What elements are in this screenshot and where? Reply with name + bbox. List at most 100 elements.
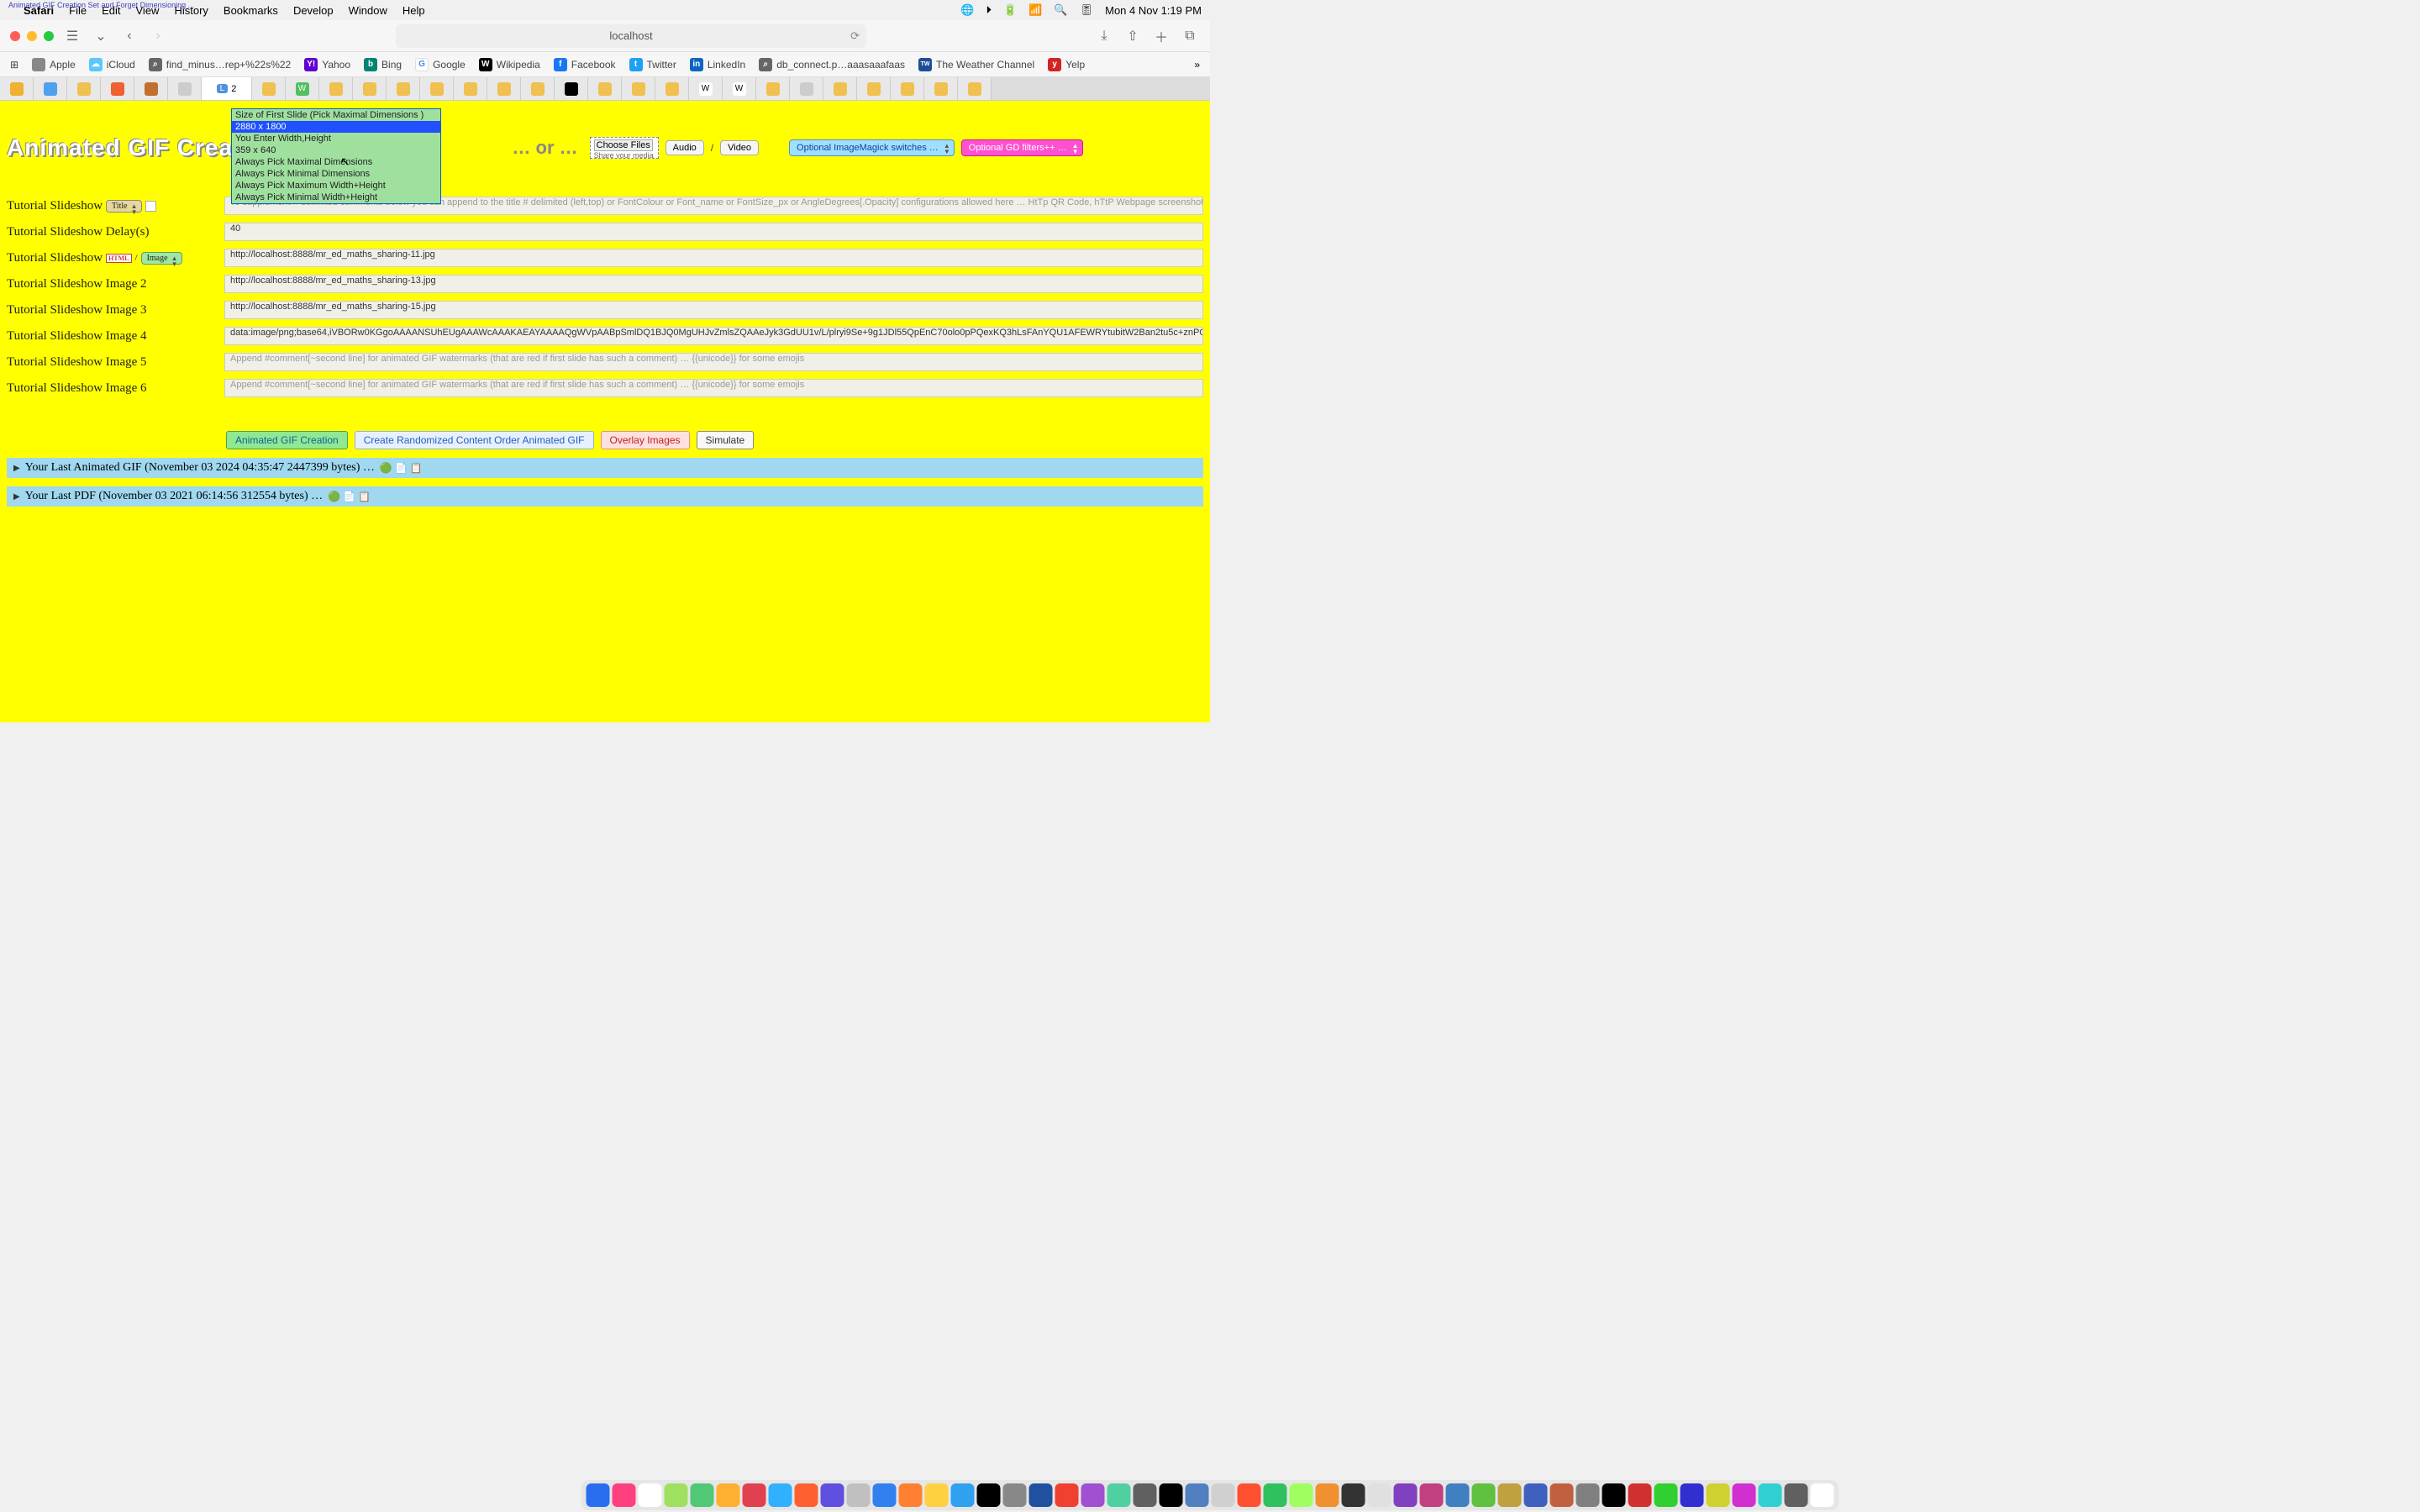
choose-files-button[interactable]: Choose Files	[594, 139, 653, 151]
minimize-window-button[interactable]	[27, 31, 37, 41]
dock-app-46[interactable]	[1785, 1483, 1808, 1507]
dock-app-30[interactable]	[1368, 1483, 1392, 1507]
fav-db-connect[interactable]: ⌕db_connect.p…aaasaaafaas	[759, 58, 905, 71]
dim-option-min[interactable]: Always Pick Minimal Dimensions	[232, 168, 440, 180]
title-select[interactable]: Title▲▼	[106, 200, 142, 213]
dock-app-12[interactable]	[899, 1483, 923, 1507]
tab-4[interactable]	[101, 77, 134, 100]
tab-group-chevron-icon[interactable]: ⌄	[91, 26, 111, 46]
screen-mirror-icon[interactable]: ⏵	[986, 3, 992, 17]
fav-bing[interactable]: bBing	[364, 58, 402, 71]
fav-yelp[interactable]: yYelp	[1048, 58, 1085, 71]
dock-app-7[interactable]	[769, 1483, 792, 1507]
image-3-input[interactable]: http://localhost:8888/mr_ed_maths_sharin…	[224, 301, 1203, 319]
simulate-button[interactable]: Simulate	[697, 431, 755, 449]
dock-app-45[interactable]	[1759, 1483, 1782, 1507]
image-2-input[interactable]: http://localhost:8888/mr_ed_maths_sharin…	[224, 275, 1203, 293]
fav-twitter[interactable]: tTwitter	[629, 58, 676, 71]
dock-app-23[interactable]	[1186, 1483, 1209, 1507]
html-badge[interactable]: HTML	[106, 254, 131, 263]
tab-21[interactable]: W	[689, 77, 723, 100]
dock-app-27[interactable]	[1290, 1483, 1313, 1507]
dock-app-18[interactable]	[1055, 1483, 1079, 1507]
dock-app-20[interactable]	[1107, 1483, 1131, 1507]
dim-option-enter[interactable]: You Enter Width,Height	[232, 133, 440, 144]
fav-weather[interactable]: TWThe Weather Channel	[918, 58, 1034, 71]
battery-icon[interactable]: 🔋	[1003, 3, 1017, 17]
disclosure-last-gif[interactable]: ▶ Your Last Animated GIF (November 03 20…	[7, 458, 1203, 478]
tab-22[interactable]: W	[723, 77, 756, 100]
menu-help[interactable]: Help	[402, 4, 425, 17]
file-chooser[interactable]: Choose Files Share your media documents …	[590, 137, 659, 159]
tab-3[interactable]	[67, 77, 101, 100]
spotlight-icon[interactable]: 🔍	[1054, 3, 1067, 17]
dock-app-47[interactable]	[1811, 1483, 1834, 1507]
dock-app-38[interactable]	[1576, 1483, 1600, 1507]
fav-linkedin[interactable]: inLinkedIn	[690, 58, 745, 71]
tab-19[interactable]	[622, 77, 655, 100]
dock-app-26[interactable]	[1264, 1483, 1287, 1507]
dock-app-41[interactable]	[1655, 1483, 1678, 1507]
tab-11[interactable]	[353, 77, 387, 100]
tab-18[interactable]	[588, 77, 622, 100]
favorites-overflow-icon[interactable]: »	[1194, 59, 1200, 71]
dock-app-17[interactable]	[1029, 1483, 1053, 1507]
dock-app-39[interactable]	[1602, 1483, 1626, 1507]
dock-app-40[interactable]	[1628, 1483, 1652, 1507]
dock-app-44[interactable]	[1733, 1483, 1756, 1507]
image-5-input[interactable]: Append #comment[~second line] for animat…	[224, 353, 1203, 371]
tab-23[interactable]	[756, 77, 790, 100]
dock-app-4[interactable]	[691, 1483, 714, 1507]
audio-button[interactable]: Audio	[666, 140, 704, 155]
dim-option-header[interactable]: Size of First Slide (Pick Maximal Dimens…	[232, 109, 440, 121]
image-4-input[interactable]: data:image/png;base64,iVBORw0KGgoAAAANSU…	[224, 327, 1203, 345]
dock-app-21[interactable]	[1134, 1483, 1157, 1507]
tab-2[interactable]	[34, 77, 67, 100]
menu-bookmarks[interactable]: Bookmarks	[224, 4, 278, 17]
tab-25[interactable]	[823, 77, 857, 100]
tab-26[interactable]	[857, 77, 891, 100]
tab-1[interactable]	[0, 77, 34, 100]
new-tab-icon[interactable]: ＋	[1151, 26, 1171, 46]
dock-app-29[interactable]	[1342, 1483, 1365, 1507]
dock-app-36[interactable]	[1524, 1483, 1548, 1507]
tab-28[interactable]	[924, 77, 958, 100]
tab-overview-icon[interactable]: ⧉	[1180, 26, 1200, 46]
dock-app-6[interactable]	[743, 1483, 766, 1507]
sidebar-toggle-icon[interactable]: ☰	[62, 26, 82, 46]
tab-8[interactable]	[252, 77, 286, 100]
tab-13[interactable]	[420, 77, 454, 100]
title-checkbox[interactable]	[145, 201, 156, 212]
gd-filters-select[interactable]: Optional GD filters++ …▲▼	[961, 139, 1083, 156]
dock-app-42[interactable]	[1681, 1483, 1704, 1507]
random-gif-button[interactable]: Create Randomized Content Order Animated…	[355, 431, 594, 449]
tab-16[interactable]	[521, 77, 555, 100]
fav-facebook[interactable]: fFacebook	[554, 58, 616, 71]
dock-app-24[interactable]	[1212, 1483, 1235, 1507]
tab-27[interactable]	[891, 77, 924, 100]
tab-14[interactable]	[454, 77, 487, 100]
dock-app-33[interactable]	[1446, 1483, 1470, 1507]
dock-app-25[interactable]	[1238, 1483, 1261, 1507]
dock-app-10[interactable]	[847, 1483, 871, 1507]
back-button[interactable]: ‹	[119, 26, 139, 46]
wifi-icon[interactable]: 📶	[1028, 3, 1042, 17]
create-gif-button[interactable]: Animated GIF Creation	[226, 431, 348, 449]
dock-app-9[interactable]	[821, 1483, 844, 1507]
share-icon[interactable]: ⇧	[1123, 26, 1143, 46]
delay-input[interactable]: 40	[224, 223, 1203, 241]
tab-6[interactable]	[168, 77, 202, 100]
dimension-select-dropdown[interactable]: Size of First Slide (Pick Maximal Dimens…	[231, 108, 441, 204]
disclosure-last-pdf[interactable]: ▶ Your Last PDF (November 03 2021 06:14:…	[7, 486, 1203, 507]
imagemagick-select[interactable]: Optional ImageMagick switches …▲▼	[789, 139, 955, 156]
control-center-icon[interactable]: 🎚	[1080, 3, 1094, 17]
favorites-grid-icon[interactable]: ⊞	[10, 59, 18, 71]
fav-google[interactable]: GGoogle	[415, 58, 466, 71]
dock-app-43[interactable]	[1707, 1483, 1730, 1507]
dock-app-5[interactable]	[717, 1483, 740, 1507]
dock-app-3[interactable]	[665, 1483, 688, 1507]
dock-app-14[interactable]	[951, 1483, 975, 1507]
dock-app-22[interactable]	[1160, 1483, 1183, 1507]
dock-app-2[interactable]	[639, 1483, 662, 1507]
dock-app-35[interactable]	[1498, 1483, 1522, 1507]
